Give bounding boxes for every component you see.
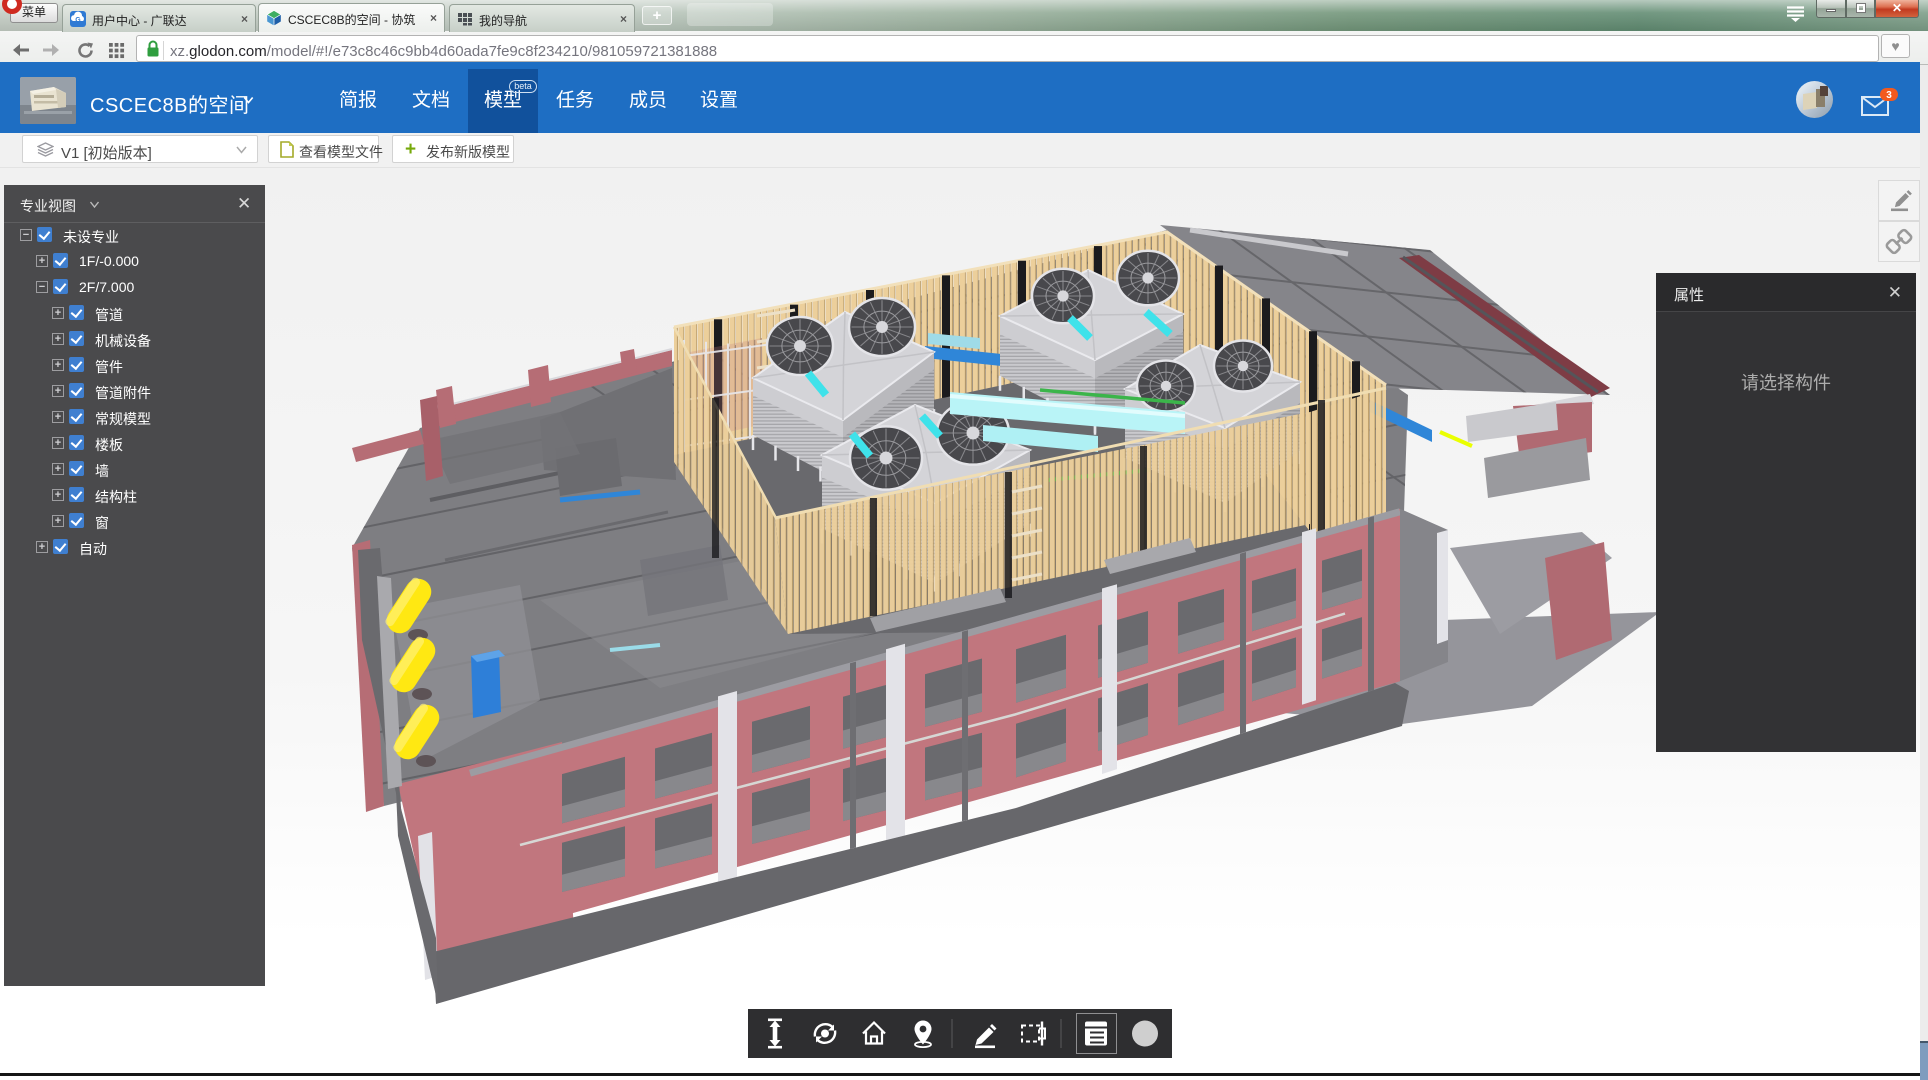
svg-text:3: 3 xyxy=(1886,90,1892,101)
svg-text:G: G xyxy=(75,17,81,24)
